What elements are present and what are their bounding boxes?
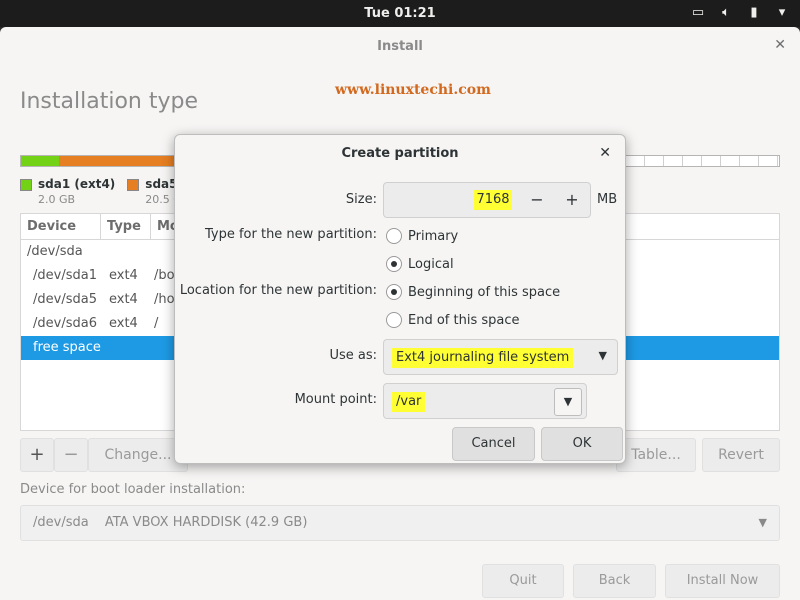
row-device: /dev/sda1 — [33, 268, 97, 283]
quit-button[interactable]: Quit — [482, 564, 564, 598]
page-title: Installation type — [20, 89, 198, 114]
partition-legend: sda1 (ext4) 2.0 GB sda5 20.5 G — [20, 177, 182, 206]
size-input[interactable]: 7168 — [474, 190, 512, 210]
volume-icon[interactable]: 🔈︎ — [718, 5, 734, 20]
legend-swatch — [20, 179, 32, 191]
column-header-type[interactable]: Type — [101, 214, 151, 239]
clock[interactable]: Tue 01:21 — [0, 6, 800, 21]
dialog-close-icon[interactable]: ✕ — [599, 145, 611, 161]
row-device: /dev/sda5 — [33, 292, 97, 307]
radio-label: End of this space — [408, 312, 520, 328]
battery-icon[interactable]: ▮ — [746, 5, 762, 20]
system-tray: ▭ 🔈︎ ▮ ▾ — [690, 5, 790, 20]
mount-point-dropdown-button[interactable]: ▼ — [554, 388, 582, 416]
size-decrement-button[interactable]: − — [525, 189, 549, 211]
window-close-icon[interactable]: ✕ — [774, 37, 786, 53]
dialog-title: Create partition — [341, 146, 459, 161]
row-type: ext4 — [109, 292, 138, 307]
install-now-button[interactable]: Install Now — [665, 564, 780, 598]
row-type: ext4 — [109, 316, 138, 331]
size-increment-button[interactable]: + — [560, 189, 584, 211]
watermark: www.linuxtechi.com — [335, 82, 491, 98]
row-device: /dev/sda — [27, 244, 83, 259]
mount-point-input[interactable]: /var — [392, 392, 426, 412]
radio-label: Logical — [408, 256, 454, 272]
size-label: Size: — [345, 192, 377, 207]
row-mount: / — [154, 316, 159, 331]
partition-bar-segment-sda1 — [21, 156, 59, 166]
new-partition-table-button[interactable]: Table... — [616, 438, 696, 472]
row-type: ext4 — [109, 268, 138, 283]
window-title: Install — [377, 39, 423, 54]
partition-type-label: Type for the new partition: — [204, 227, 377, 242]
use-as-select[interactable]: Ext4 journaling file system ▼ — [383, 339, 618, 375]
create-partition-dialog: Create partition ✕ Size: 7168 − + MB Typ… — [174, 134, 626, 464]
bootloader-label: Device for boot loader installation: — [20, 482, 246, 497]
partition-location-label: Location for the new partition: — [179, 283, 377, 298]
row-mount: /ho — [154, 292, 175, 307]
remove-partition-button[interactable]: − — [54, 438, 88, 472]
legend-name: sda1 (ext4) — [38, 177, 116, 191]
bootloader-description: ATA VBOX HARDDISK (42.9 GB) — [104, 515, 308, 530]
mount-point-combo[interactable]: /var ▼ — [383, 383, 587, 419]
bootloader-device-select[interactable]: /dev/sda ATA VBOX HARDDISK (42.9 GB) ▼ — [20, 505, 780, 541]
chevron-down-icon: ▼ — [758, 516, 767, 529]
row-device: /dev/sda6 — [33, 316, 97, 331]
use-as-label: Use as: — [329, 348, 377, 363]
use-as-value: Ext4 journaling file system — [392, 348, 574, 368]
row-mount: /bo — [154, 268, 175, 283]
partition-bar-segment-sda5 — [59, 156, 189, 166]
top-bar: Tue 01:21 ▭ 🔈︎ ▮ ▾ — [0, 0, 800, 27]
mount-point-label: Mount point: — [294, 392, 377, 407]
radio-primary[interactable]: Primary — [386, 228, 458, 244]
radio-button[interactable] — [386, 284, 402, 300]
back-button[interactable]: Back — [573, 564, 656, 598]
radio-button[interactable] — [386, 256, 402, 272]
legend-item-sda1: sda1 (ext4) 2.0 GB — [20, 177, 115, 206]
display-icon[interactable]: ▭ — [690, 5, 706, 20]
chevron-down-icon: ▼ — [598, 349, 607, 362]
power-menu-icon[interactable]: ▾ — [774, 5, 790, 20]
size-unit: MB — [597, 192, 618, 207]
size-spinbox[interactable]: 7168 − + — [383, 182, 591, 218]
radio-label: Beginning of this space — [408, 284, 561, 300]
legend-swatch — [127, 179, 140, 191]
radio-button[interactable] — [386, 312, 402, 328]
radio-logical[interactable]: Logical — [386, 256, 454, 272]
legend-size: 2.0 GB — [38, 193, 76, 206]
column-header-device[interactable]: Device — [21, 214, 101, 239]
change-partition-button[interactable]: Change... — [88, 438, 188, 472]
radio-end[interactable]: End of this space — [386, 312, 520, 328]
ok-button[interactable]: OK — [541, 427, 623, 461]
radio-button[interactable] — [386, 228, 402, 244]
bootloader-device: /dev/sda — [33, 515, 89, 530]
cancel-button[interactable]: Cancel — [452, 427, 535, 461]
radio-beginning[interactable]: Beginning of this space — [386, 284, 560, 300]
radio-label: Primary — [408, 228, 459, 244]
row-device: free space — [33, 340, 101, 355]
revert-button[interactable]: Revert — [702, 438, 780, 472]
add-partition-button[interactable]: + — [20, 438, 54, 472]
